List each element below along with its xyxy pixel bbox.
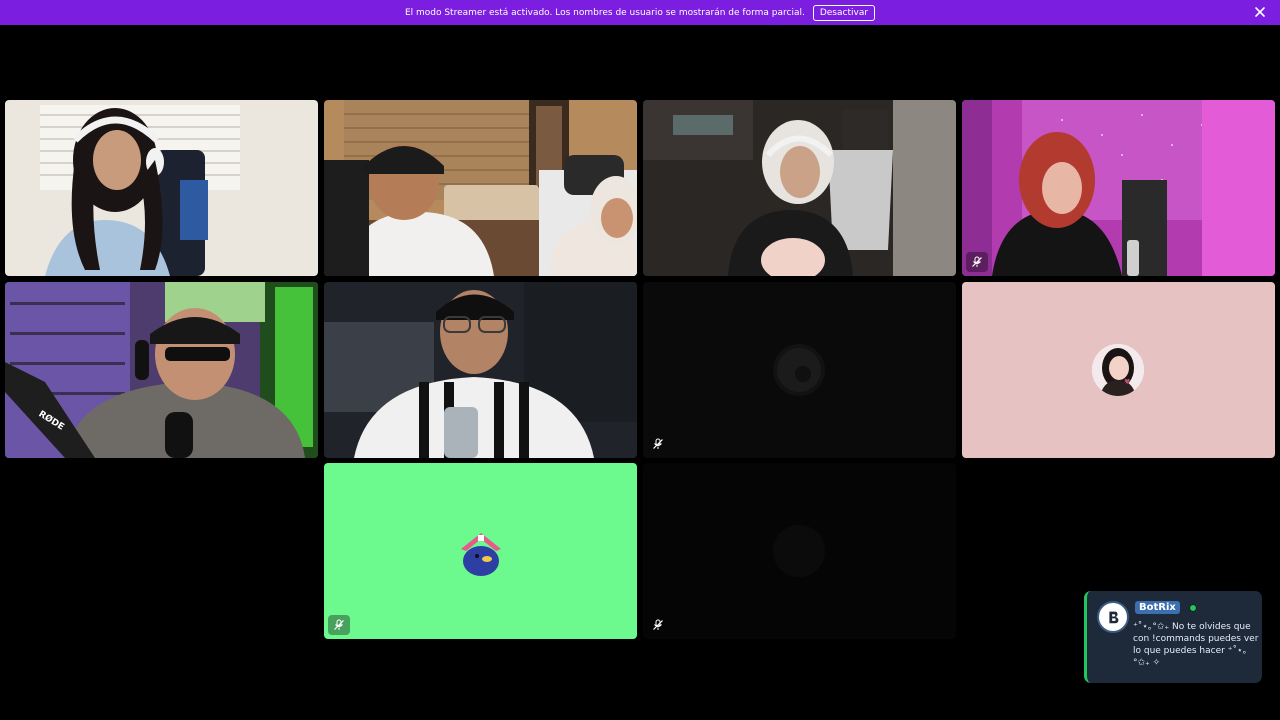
participant-video <box>643 100 956 276</box>
participant-video <box>5 100 318 276</box>
participant-tile-7[interactable] <box>643 282 956 458</box>
streamer-mode-message: El modo Streamer está activado. Los nomb… <box>404 7 805 18</box>
avatar <box>773 525 825 577</box>
streamer-mode-banner: El modo Streamer está activado. Los nomb… <box>0 0 1280 25</box>
online-status-icon <box>1189 604 1197 612</box>
muted-mic-icon <box>966 252 988 272</box>
avatar <box>456 529 506 579</box>
participant-tile-6[interactable] <box>324 282 637 458</box>
muted-mic-icon <box>328 615 350 635</box>
notification-message: ⁺˚⋆｡°✩₊ No te olvides que con !commands … <box>1133 622 1259 668</box>
participant-tile-5[interactable]: RØDE <box>5 282 318 458</box>
participant-tile-4[interactable] <box>962 100 1275 276</box>
participant-tile-8[interactable]: ♥ <box>962 282 1275 458</box>
participant-tile-10[interactable] <box>643 463 956 639</box>
muted-mic-icon <box>647 615 669 635</box>
participant-tile-2[interactable] <box>324 100 637 276</box>
bot-logo-icon <box>1097 601 1129 633</box>
avatar <box>773 344 825 396</box>
participant-video <box>324 100 637 276</box>
participant-tile-3[interactable] <box>643 100 956 276</box>
bot-name: BotRix <box>1135 601 1180 614</box>
avatar: ♥ <box>1092 344 1144 396</box>
disable-streamer-mode-button[interactable]: Desactivar <box>812 4 876 21</box>
participant-video <box>324 282 637 458</box>
participant-video <box>5 282 318 458</box>
muted-mic-icon <box>647 434 669 454</box>
participant-video <box>962 100 1275 276</box>
close-icon[interactable] <box>1252 4 1268 20</box>
participant-tile-9[interactable] <box>324 463 637 639</box>
svg-text:♥: ♥ <box>1124 378 1130 386</box>
bot-notification[interactable]: BotRix ⁺˚⋆｡°✩₊ No te olvides que con !co… <box>1084 591 1262 683</box>
participant-tile-1[interactable] <box>5 100 318 276</box>
